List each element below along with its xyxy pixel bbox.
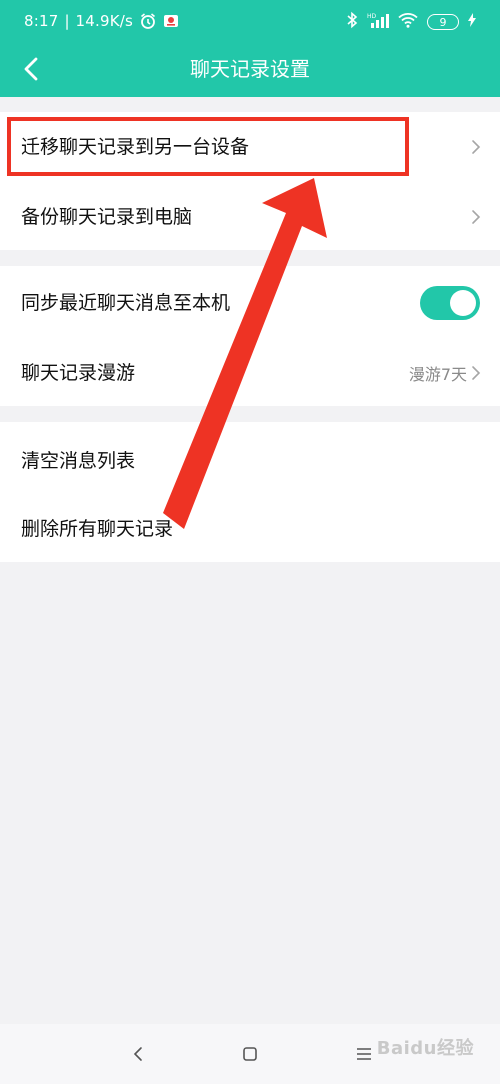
network-speed: 14.9K/s — [75, 12, 134, 30]
menu-icon[interactable] — [352, 1042, 376, 1066]
row-label: 备份聊天记录到电脑 — [21, 206, 193, 228]
status-right: HD 9 — [346, 11, 476, 33]
row-label: 迁移聊天记录到另一台设备 — [21, 136, 250, 158]
charging-icon — [468, 13, 476, 31]
roaming-value: 漫游7天 — [408, 365, 467, 384]
row-chat-roaming[interactable]: 聊天记录漫游 漫游7天 — [0, 338, 500, 408]
status-left: 8:17 | 14.9K/s — [24, 11, 179, 31]
row-label: 同步最近聊天消息至本机 — [21, 292, 231, 314]
row-migrate-chat-history[interactable]: 迁移聊天记录到另一台设备 — [0, 112, 500, 182]
status-bar: 8:17 | 14.9K/s HD 9 — [0, 0, 500, 44]
alarm-icon — [139, 12, 157, 30]
settings-group-clear: 清空消息列表 删除所有聊天记录 — [0, 422, 500, 562]
wifi-icon — [398, 12, 418, 32]
chevron-right-icon — [472, 210, 481, 224]
signal-icon: HD — [367, 12, 389, 32]
watermark: Baidu经验 — [376, 1038, 474, 1059]
sync-toggle[interactable] — [420, 286, 480, 320]
row-clear-message-list[interactable]: 清空消息列表 — [0, 426, 500, 496]
chevron-right-icon — [472, 366, 481, 380]
home-icon[interactable] — [238, 1042, 262, 1066]
status-separator: | — [64, 12, 70, 30]
back-icon[interactable] — [126, 1042, 150, 1066]
battery-indicator: 9 — [427, 14, 459, 30]
row-label: 聊天记录漫游 — [21, 362, 136, 384]
page-title: 聊天记录设置 — [190, 57, 310, 81]
svg-text:HD: HD — [367, 13, 377, 20]
row-backup-to-computer[interactable]: 备份聊天记录到电脑 — [0, 182, 500, 252]
row-sync-recent-messages: 同步最近聊天消息至本机 — [0, 268, 500, 338]
chevron-right-icon — [472, 140, 481, 154]
row-label: 删除所有聊天记录 — [21, 518, 174, 540]
nav-bar: 聊天记录设置 — [0, 44, 500, 97]
toggle-knob — [450, 290, 476, 316]
row-label: 清空消息列表 — [21, 450, 136, 472]
settings-group-sync: 同步最近聊天消息至本机 聊天记录漫游 漫游7天 — [0, 266, 500, 406]
row-delete-all-chat-history[interactable]: 删除所有聊天记录 — [0, 494, 500, 564]
settings-group-migrate: 迁移聊天记录到另一台设备 备份聊天记录到电脑 — [0, 112, 500, 250]
top-bar: 8:17 | 14.9K/s HD 9 聊天记录设置 — [0, 0, 500, 97]
bottom-nav: Baidu经验 — [0, 1024, 500, 1084]
notification-icon — [163, 13, 179, 29]
bluetooth-icon — [346, 11, 358, 33]
status-time: 8:17 — [24, 12, 59, 30]
